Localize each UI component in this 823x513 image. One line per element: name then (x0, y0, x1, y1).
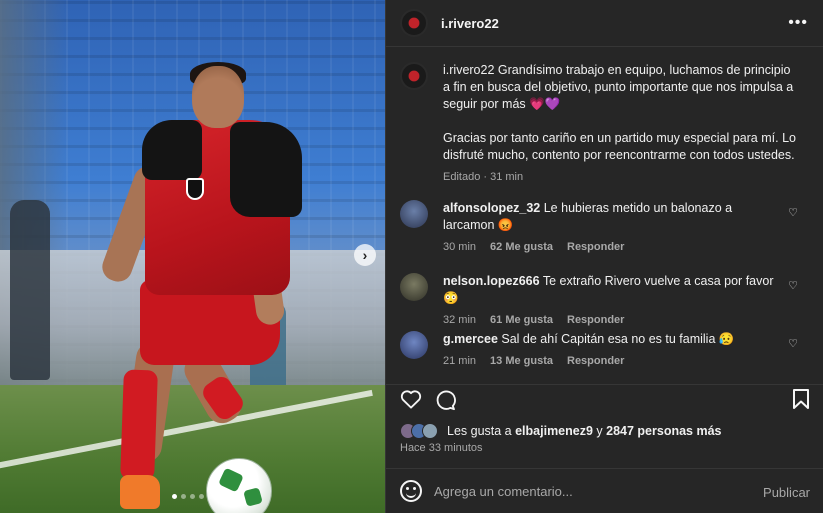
carousel-dot (190, 494, 195, 499)
likes-joiner: y (592, 424, 607, 438)
carousel-dot (199, 494, 204, 499)
comment-time: 30 min (443, 241, 477, 253)
comment-item: g.mercee Sal de ahí Capitán esa no es tu… (400, 331, 810, 370)
comment-body: g.mercee Sal de ahí Capitán esa no es tu… (443, 331, 783, 370)
comment-username[interactable]: nelson.lopez666 (443, 274, 540, 288)
likes-prefix: Les gusta a (447, 424, 516, 438)
player-shirt-shoulder (230, 122, 302, 217)
soccer-player (98, 60, 320, 513)
team-crest (186, 178, 204, 200)
comment-time: 32 min (443, 314, 477, 326)
comment-item: nelson.lopez666 Te extraño Rivero vuelve… (400, 273, 810, 329)
carousel-dots (172, 494, 213, 499)
emoji-icon[interactable] (400, 480, 422, 502)
comment-meta: 21 min 13 Me gusta Responder (443, 353, 783, 370)
ellipsis-icon[interactable]: ••• (788, 14, 808, 32)
post-media[interactable]: › (0, 0, 385, 513)
post-caption: i.rivero22 Grandísimo trabajo en equipo,… (400, 62, 810, 186)
comment-text: Sal de ahí Capitán esa no es tu familia … (501, 332, 735, 346)
comment-username[interactable]: alfonsolopez_32 (443, 201, 540, 215)
comment-input[interactable] (434, 483, 734, 499)
player-shirt-shoulder (142, 120, 202, 180)
player-boot (120, 475, 160, 509)
player-sock (120, 369, 158, 481)
next-image-button[interactable]: › (354, 244, 376, 266)
heart-icon[interactable]: ♡ (788, 279, 798, 292)
comment-meta: 30 min 62 Me gusta Responder (443, 239, 783, 256)
heart-icon[interactable]: ♡ (788, 337, 798, 350)
caption-username[interactable]: i.rivero22 (443, 63, 494, 77)
caption-meta: Editado · 31 min (443, 171, 524, 183)
post-header: i.rivero22 ••• (386, 0, 823, 47)
avatar[interactable] (400, 331, 428, 359)
comment-composer: Publicar (386, 468, 823, 513)
likes-summary: Les gusta a elbajimenez9 y 2847 personas… (400, 423, 722, 439)
comment-likes[interactable]: 61 Me gusta (490, 312, 553, 329)
reply-button[interactable]: Responder (567, 353, 624, 370)
carousel-dot (208, 494, 213, 499)
caption-paragraph: i.rivero22 Grandísimo trabajo en equipo,… (443, 62, 798, 113)
comment-likes[interactable]: 62 Me gusta (490, 239, 553, 256)
comment-time: 21 min (443, 355, 477, 367)
avatar[interactable] (400, 62, 428, 90)
caption-text: Grandísimo trabajo en equipo, luchamos d… (443, 63, 794, 111)
reply-button[interactable]: Responder (567, 239, 624, 256)
comment-likes[interactable]: 13 Me gusta (490, 353, 553, 370)
player-head (192, 66, 244, 128)
avatar[interactable] (400, 9, 428, 37)
post-side-panel: i.rivero22 ••• i.rivero22 Grandísimo tra… (385, 0, 823, 513)
avatar (422, 423, 438, 439)
comment-body: nelson.lopez666 Te extraño Rivero vuelve… (443, 273, 783, 329)
bookmark-icon[interactable] (792, 389, 810, 414)
avatar[interactable] (400, 273, 428, 301)
post-comment-button[interactable]: Publicar (763, 485, 810, 500)
post-time[interactable]: Hace 33 minutos (400, 442, 483, 454)
likes-count[interactable]: 2847 personas más (606, 424, 721, 438)
post-username[interactable]: i.rivero22 (441, 16, 499, 31)
heart-icon[interactable]: ♡ (788, 206, 798, 219)
background-person (10, 200, 50, 380)
comment-item: alfonsolopez_32 Le hubieras metido un ba… (400, 200, 810, 256)
comment-meta: 32 min 61 Me gusta Responder (443, 312, 783, 329)
caption-paragraph: Gracias por tanto cariño en un partido m… (443, 131, 796, 162)
reply-button[interactable]: Responder (567, 312, 624, 329)
heart-icon[interactable] (400, 389, 422, 414)
likes-text[interactable]: Les gusta a elbajimenez9 y 2847 personas… (447, 424, 722, 438)
liker-avatars (400, 423, 438, 439)
carousel-dot (181, 494, 186, 499)
liker-username[interactable]: elbajimenez9 (515, 424, 593, 438)
chevron-right-icon: › (362, 247, 368, 263)
instagram-post-view: › i.rivero22 ••• i.rivero22 Grandísimo t… (0, 0, 823, 513)
comment-icon[interactable] (434, 389, 456, 416)
caption-body: i.rivero22 Grandísimo trabajo en equipo,… (443, 62, 798, 186)
carousel-dot (172, 494, 177, 499)
comment-username[interactable]: g.mercee (443, 332, 498, 346)
post-actions (386, 384, 823, 414)
comment-body: alfonsolopez_32 Le hubieras metido un ba… (443, 200, 783, 256)
avatar[interactable] (400, 200, 428, 228)
